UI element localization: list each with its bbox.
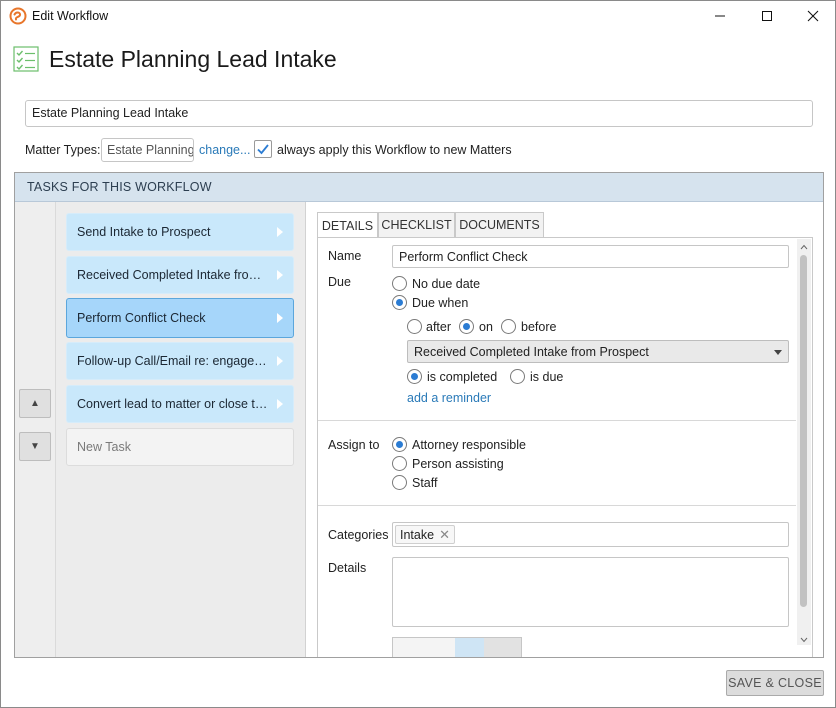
is-completed-label: is completed bbox=[427, 370, 498, 384]
task-item-send-intake[interactable]: Send Intake to Prospect bbox=[66, 213, 294, 251]
scroll-up-icon[interactable] bbox=[800, 240, 808, 250]
chevron-right-icon bbox=[277, 356, 283, 366]
chevron-right-icon bbox=[277, 313, 283, 323]
close-icon bbox=[807, 10, 819, 22]
before-radio[interactable] bbox=[501, 319, 516, 334]
tasks-section-header: TASKS FOR THIS WORKFLOW bbox=[15, 173, 823, 202]
edit-workflow-window: Edit Workflow Estate Planning Lead Intak… bbox=[0, 0, 836, 708]
scroll-down-icon[interactable] bbox=[800, 633, 808, 643]
workflow-name-input[interactable]: Estate Planning Lead Intake bbox=[25, 100, 813, 127]
due-label: Due bbox=[328, 275, 351, 289]
assign-person-label: Person assisting bbox=[412, 457, 504, 471]
minimize-icon bbox=[715, 15, 725, 17]
checkmark-icon bbox=[257, 144, 269, 155]
task-item-conflict-check[interactable]: Perform Conflict Check bbox=[66, 298, 294, 338]
task-label: Received Completed Intake from Prospect bbox=[77, 268, 269, 282]
app-logo-icon bbox=[9, 7, 27, 25]
before-label: before bbox=[521, 320, 557, 334]
assign-attorney-radio[interactable] bbox=[392, 437, 407, 452]
segment-selected[interactable] bbox=[455, 638, 484, 657]
arrow-down-icon: ▼ bbox=[30, 441, 40, 452]
reorder-strip bbox=[15, 202, 56, 657]
category-tag-label: Intake bbox=[400, 527, 435, 542]
task-item-follow-up[interactable]: Follow-up Call/Email re: engagement bbox=[66, 342, 294, 380]
new-task-input[interactable]: New Task bbox=[66, 428, 294, 466]
segment[interactable] bbox=[484, 638, 521, 657]
checklist-icon bbox=[13, 46, 39, 72]
after-radio[interactable] bbox=[407, 319, 422, 334]
segmented-control[interactable] bbox=[392, 637, 522, 657]
on-radio[interactable] bbox=[459, 319, 474, 334]
minimize-button[interactable] bbox=[697, 1, 743, 31]
no-due-date-label: No due date bbox=[412, 277, 481, 291]
name-label: Name bbox=[328, 249, 362, 263]
on-label: on bbox=[479, 320, 493, 334]
task-name-input[interactable]: Perform Conflict Check bbox=[392, 245, 789, 268]
task-item-received-intake[interactable]: Received Completed Intake from Prospect bbox=[66, 256, 294, 294]
move-task-up-button[interactable]: ▲ bbox=[19, 389, 51, 418]
due-when-radio[interactable] bbox=[392, 295, 407, 310]
after-label: after bbox=[426, 320, 452, 334]
tab-documents[interactable]: DOCUMENTS bbox=[455, 212, 544, 237]
maximize-button[interactable] bbox=[744, 1, 790, 31]
tab-checklist[interactable]: CHECKLIST bbox=[378, 212, 455, 237]
chevron-right-icon bbox=[277, 227, 283, 237]
section-divider bbox=[318, 505, 796, 506]
is-due-label: is due bbox=[530, 370, 564, 384]
scrollbar-thumb[interactable] bbox=[800, 255, 807, 607]
remove-tag-icon[interactable]: ✕ bbox=[439, 527, 450, 543]
due-when-label: Due when bbox=[412, 296, 469, 310]
close-button[interactable] bbox=[790, 1, 836, 31]
change-matter-types-link[interactable]: change... bbox=[199, 143, 250, 157]
task-label: Follow-up Call/Email re: engagement bbox=[77, 354, 269, 368]
page-title: Estate Planning Lead Intake bbox=[49, 46, 337, 72]
reference-task-value: Received Completed Intake from Prospect bbox=[414, 345, 649, 359]
tab-details[interactable]: DETAILS bbox=[317, 212, 378, 238]
assign-person-radio[interactable] bbox=[392, 456, 407, 471]
is-due-radio[interactable] bbox=[510, 369, 525, 384]
task-label: Convert lead to matter or close the lead bbox=[77, 397, 269, 411]
details-label: Details bbox=[328, 561, 367, 575]
reference-task-select[interactable]: Received Completed Intake from Prospect bbox=[407, 340, 789, 363]
assign-staff-radio[interactable] bbox=[392, 475, 407, 490]
new-task-placeholder: New Task bbox=[77, 440, 131, 454]
assign-to-label: Assign to bbox=[328, 438, 380, 452]
always-apply-checkbox[interactable] bbox=[254, 140, 272, 158]
chevron-right-icon bbox=[277, 270, 283, 280]
categories-label: Categories bbox=[328, 528, 389, 542]
window-title: Edit Workflow bbox=[32, 9, 109, 23]
details-textarea[interactable] bbox=[392, 557, 789, 627]
matter-types-label: Matter Types: bbox=[25, 143, 101, 157]
chevron-right-icon bbox=[277, 399, 283, 409]
is-completed-radio[interactable] bbox=[407, 369, 422, 384]
add-reminder-link[interactable]: add a reminder bbox=[407, 391, 491, 405]
maximize-icon bbox=[762, 11, 772, 21]
save-and-close-button[interactable]: SAVE & CLOSE bbox=[726, 670, 824, 696]
section-divider bbox=[318, 420, 796, 421]
task-label: Send Intake to Prospect bbox=[77, 225, 211, 239]
task-item-convert-lead[interactable]: Convert lead to matter or close the lead bbox=[66, 385, 294, 423]
assign-staff-label: Staff bbox=[412, 476, 438, 490]
no-due-date-radio[interactable] bbox=[392, 276, 407, 291]
always-apply-label: always apply this Workflow to new Matter… bbox=[277, 143, 512, 157]
arrow-up-icon: ▲ bbox=[30, 398, 40, 409]
matter-types-field[interactable]: Estate Planning bbox=[101, 138, 194, 162]
category-tag: Intake ✕ bbox=[395, 525, 455, 544]
task-label: Perform Conflict Check bbox=[77, 311, 206, 325]
move-task-down-button[interactable]: ▼ bbox=[19, 432, 51, 461]
assign-attorney-label: Attorney responsible bbox=[412, 438, 526, 452]
dropdown-arrow-icon bbox=[774, 350, 782, 355]
